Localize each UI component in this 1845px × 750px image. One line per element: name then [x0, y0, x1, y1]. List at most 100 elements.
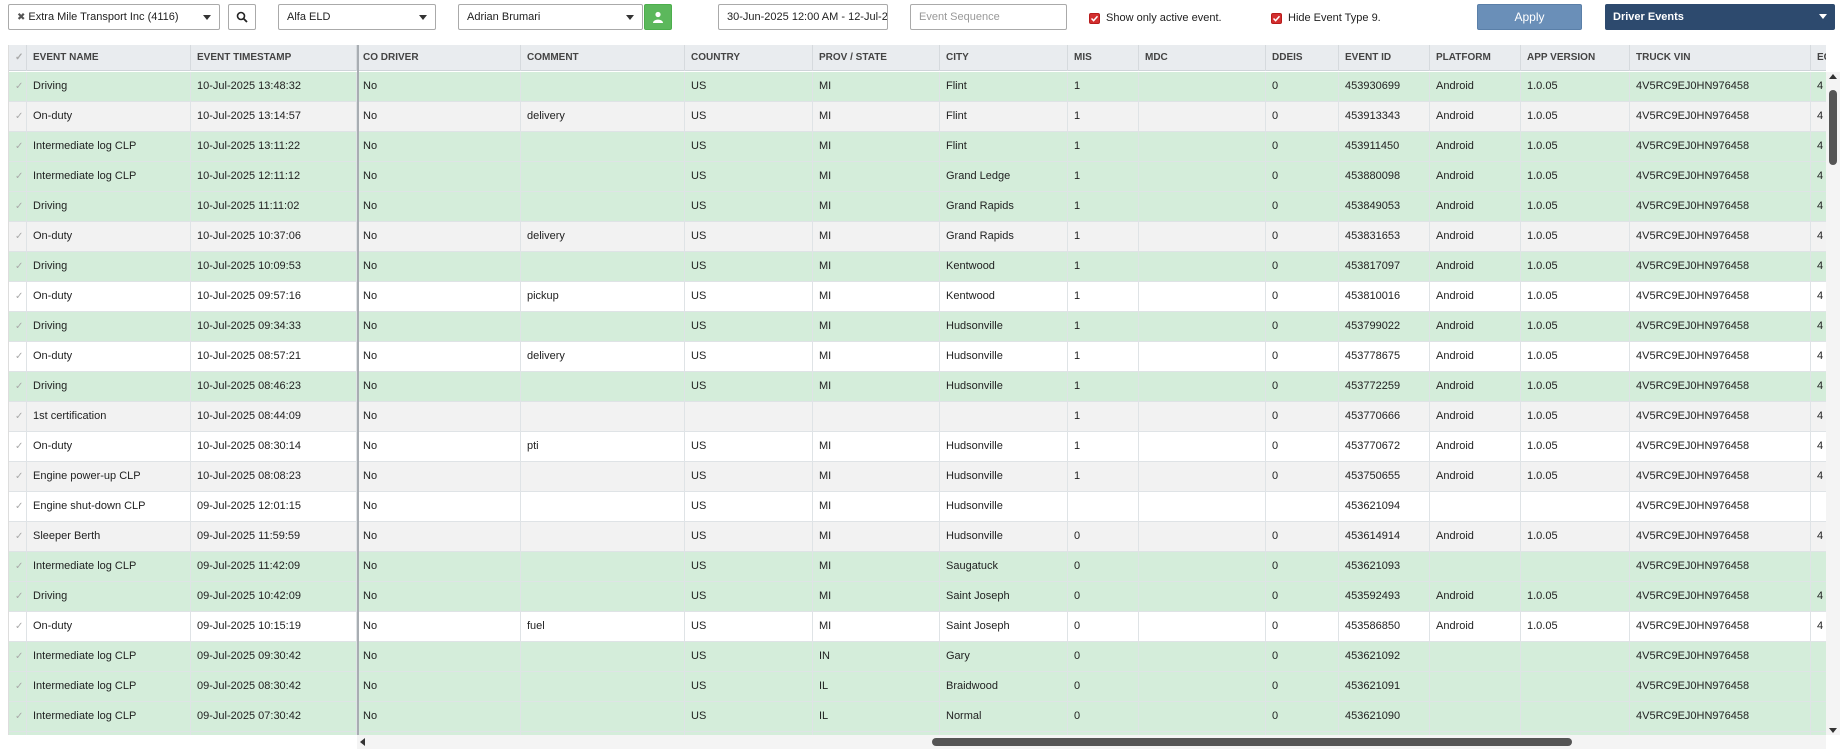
check-icon[interactable]: ✓ — [15, 471, 23, 482]
column-header-co[interactable]: CO DRIVER — [357, 45, 521, 71]
row-select-checkbox[interactable]: ✓ — [9, 162, 27, 191]
horizontal-scrollbar[interactable] — [357, 735, 1826, 749]
row-select-checkbox[interactable]: ✓ — [9, 222, 27, 251]
driver-select[interactable]: Adrian Brumari — [458, 4, 643, 30]
row-select-checkbox[interactable]: ✓ — [9, 552, 27, 581]
column-header-ts[interactable]: EVENT TIMESTAMP — [191, 45, 357, 71]
check-icon[interactable]: ✓ — [15, 561, 23, 572]
checkbox-checked-icon[interactable] — [1089, 12, 1100, 24]
column-header-country[interactable]: COUNTRY — [685, 45, 813, 71]
row-select-checkbox[interactable]: ✓ — [9, 342, 27, 371]
row-select-checkbox[interactable]: ✓ — [9, 642, 27, 671]
horizontal-scroll-thumb[interactable] — [932, 738, 1572, 746]
check-icon[interactable]: ✓ — [15, 591, 23, 602]
row-select-checkbox[interactable]: ✓ — [9, 282, 27, 311]
table-row[interactable]: ✓ Intermediate log CLP 09-Jul-2025 08:30:4… — [9, 672, 1826, 702]
check-icon[interactable]: ✓ — [15, 201, 23, 212]
table-row[interactable]: ✓ Intermediate log CLP 09-Jul-2025 09:30:4… — [9, 642, 1826, 672]
check-icon[interactable]: ✓ — [15, 231, 23, 242]
apply-button[interactable]: Apply — [1477, 4, 1582, 30]
check-icon[interactable]: ✓ — [15, 52, 23, 63]
select-all-checkbox[interactable]: ✓ — [9, 45, 27, 71]
table-row[interactable]: ✓ On-duty 10-Jul-2025 08:57:21 No delivery US… — [9, 342, 1826, 372]
table-row[interactable]: ✓ Engine power-up CLP 10-Jul-2025 08:08:23… — [9, 462, 1826, 492]
column-header-mdc[interactable]: MDC — [1139, 45, 1266, 71]
date-range-input[interactable]: 30-Jun-2025 12:00 AM - 12-Jul-2025 — [718, 4, 888, 30]
table-row[interactable]: ✓ Driving 10-Jul-2025 09:34:33 No US MI Hudson… — [9, 312, 1826, 342]
check-icon[interactable]: ✓ — [15, 711, 23, 722]
row-select-checkbox[interactable]: ✓ — [9, 72, 27, 101]
check-icon[interactable]: ✓ — [15, 321, 23, 332]
row-select-checkbox[interactable]: ✓ — [9, 252, 27, 281]
column-header-platform[interactable]: PLATFORM — [1430, 45, 1521, 71]
row-select-checkbox[interactable]: ✓ — [9, 312, 27, 341]
check-icon[interactable]: ✓ — [15, 681, 23, 692]
table-row[interactable]: ✓ Driving 10-Jul-2025 13:48:32 No US MI Flint 1… — [9, 72, 1826, 102]
company-select[interactable]: ✖ Extra Mile Transport Inc (4116) — [8, 4, 220, 30]
vertical-scrollbar[interactable] — [1826, 72, 1840, 735]
table-row[interactable]: ✓ Driving 10-Jul-2025 10:09:53 No US MI Kentwo… — [9, 252, 1826, 282]
column-header-app[interactable]: APP VERSION — [1521, 45, 1630, 71]
clear-icon[interactable]: ✖ — [17, 12, 25, 23]
row-select-checkbox[interactable]: ✓ — [9, 582, 27, 611]
row-select-checkbox[interactable]: ✓ — [9, 432, 27, 461]
check-icon[interactable]: ✓ — [15, 171, 23, 182]
scroll-up-icon[interactable] — [1829, 74, 1837, 79]
table-row[interactable]: ✓ On-duty 10-Jul-2025 08:30:14 No pti US MI Hud… — [9, 432, 1826, 462]
frozen-column-divider[interactable] — [357, 45, 359, 735]
column-header-prov[interactable]: PROV / STATE — [813, 45, 940, 71]
column-header-ecm[interactable]: ECM — [1811, 45, 1826, 71]
row-select-checkbox[interactable]: ✓ — [9, 132, 27, 161]
column-header-mis[interactable]: MIS — [1068, 45, 1139, 71]
view-select[interactable]: Driver Events — [1605, 4, 1835, 30]
scroll-down-icon[interactable] — [1829, 728, 1837, 733]
row-select-checkbox[interactable]: ✓ — [9, 492, 27, 521]
table-row[interactable]: ✓ Sleeper Berth 09-Jul-2025 11:59:59 No US MI… — [9, 522, 1826, 552]
show-active-checkbox[interactable]: Show only active event. — [1089, 12, 1222, 24]
check-icon[interactable]: ✓ — [15, 621, 23, 632]
check-icon[interactable]: ✓ — [15, 81, 23, 92]
check-icon[interactable]: ✓ — [15, 141, 23, 152]
table-row[interactable]: ✓ Intermediate log CLP 09-Jul-2025 11:42:0… — [9, 552, 1826, 582]
row-select-checkbox[interactable]: ✓ — [9, 462, 27, 491]
driver-profile-button[interactable] — [644, 4, 672, 30]
event-sequence-input[interactable]: Event Sequence — [910, 4, 1067, 30]
check-icon[interactable]: ✓ — [15, 501, 23, 512]
column-header-city[interactable]: CITY — [940, 45, 1068, 71]
table-row[interactable]: ✓ On-duty 09-Jul-2025 10:15:19 No fuel US MI Sa… — [9, 612, 1826, 642]
table-row[interactable]: ✓ 1st certification 10-Jul-2025 08:44:09 No… — [9, 402, 1826, 432]
check-icon[interactable]: ✓ — [15, 291, 23, 302]
column-header-comment[interactable]: COMMENT — [521, 45, 685, 71]
table-row[interactable]: ✓ Driving 10-Jul-2025 11:11:02 No US MI Grand … — [9, 192, 1826, 222]
row-select-checkbox[interactable]: ✓ — [9, 192, 27, 221]
check-icon[interactable]: ✓ — [15, 351, 23, 362]
table-row[interactable]: ✓ Intermediate log CLP 10-Jul-2025 13:11:2… — [9, 132, 1826, 162]
check-icon[interactable]: ✓ — [15, 261, 23, 272]
row-select-checkbox[interactable]: ✓ — [9, 702, 27, 731]
eld-select[interactable]: Alfa ELD — [278, 4, 436, 30]
check-icon[interactable]: ✓ — [15, 411, 23, 422]
table-row[interactable]: ✓ Engine shut-down CLP 09-Jul-2025 12:01:1… — [9, 492, 1826, 522]
checkbox-checked-icon[interactable] — [1271, 12, 1282, 24]
search-button[interactable] — [228, 4, 256, 30]
row-select-checkbox[interactable]: ✓ — [9, 732, 27, 735]
column-header-name[interactable]: EVENT NAME — [27, 45, 191, 71]
table-row[interactable]: ✓ Driving 10-Jul-2025 08:46:23 No US MI Hudson… — [9, 372, 1826, 402]
hide-type9-checkbox[interactable]: Hide Event Type 9. — [1271, 12, 1381, 24]
row-select-checkbox[interactable]: ✓ — [9, 522, 27, 551]
row-select-checkbox[interactable]: ✓ — [9, 612, 27, 641]
row-select-checkbox[interactable]: ✓ — [9, 672, 27, 701]
check-icon[interactable]: ✓ — [15, 111, 23, 122]
column-header-ddeis[interactable]: DDEIS — [1266, 45, 1339, 71]
table-row[interactable]: ✓ On-duty 10-Jul-2025 10:37:06 No delivery US… — [9, 222, 1826, 252]
column-header-id[interactable]: EVENT ID — [1339, 45, 1430, 71]
vertical-scroll-thumb[interactable] — [1829, 90, 1837, 165]
check-icon[interactable]: ✓ — [15, 651, 23, 662]
row-select-checkbox[interactable]: ✓ — [9, 402, 27, 431]
check-icon[interactable]: ✓ — [15, 441, 23, 452]
table-row[interactable]: ✓ Driving 09-Jul-2025 10:42:09 No US MI Saint … — [9, 582, 1826, 612]
row-select-checkbox[interactable]: ✓ — [9, 372, 27, 401]
column-header-vin[interactable]: TRUCK VIN — [1630, 45, 1811, 71]
table-row[interactable]: ✓ On-duty 10-Jul-2025 09:57:16 No pickup US MI… — [9, 282, 1826, 312]
table-row[interactable]: ✓ On-duty 10-Jul-2025 13:14:57 No delivery US… — [9, 102, 1826, 132]
